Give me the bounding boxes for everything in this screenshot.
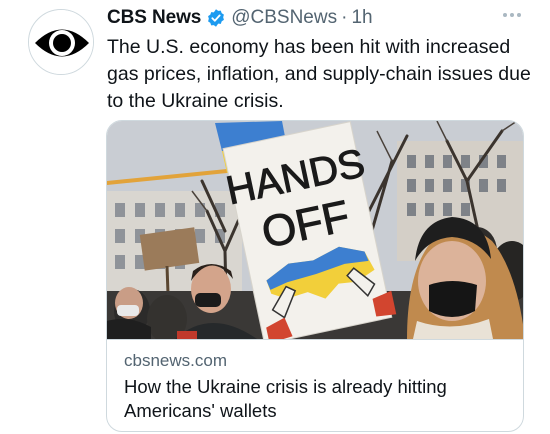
cbs-eye-logo-icon — [29, 10, 93, 74]
author-name[interactable]: CBS News — [107, 7, 201, 29]
protest-photo: HANDS OFF — [107, 121, 523, 339]
card-title[interactable]: How the Ukraine crisis is already hittin… — [124, 375, 514, 423]
link-card[interactable]: HANDS OFF cbsnews.com How the Ukraine cr… — [106, 120, 524, 432]
tweet[interactable]: CBS News @CBSNews · 1h The U.S. economy … — [0, 0, 550, 434]
author-handle[interactable]: @CBSNews — [231, 7, 337, 29]
verified-badge-icon — [208, 9, 225, 27]
more-options-icon[interactable] — [500, 8, 524, 22]
tweet-text: The U.S. economy has been hit with incre… — [107, 36, 531, 112]
card-divider — [107, 339, 523, 340]
avatar[interactable] — [28, 9, 94, 75]
card-image: HANDS OFF — [107, 121, 523, 339]
card-domain: cbsnews.com — [124, 351, 227, 370]
tweet-timestamp[interactable]: 1h — [351, 7, 372, 29]
header-separator: · — [341, 7, 348, 28]
tweet-header: CBS News @CBSNews · 1h — [107, 6, 373, 30]
